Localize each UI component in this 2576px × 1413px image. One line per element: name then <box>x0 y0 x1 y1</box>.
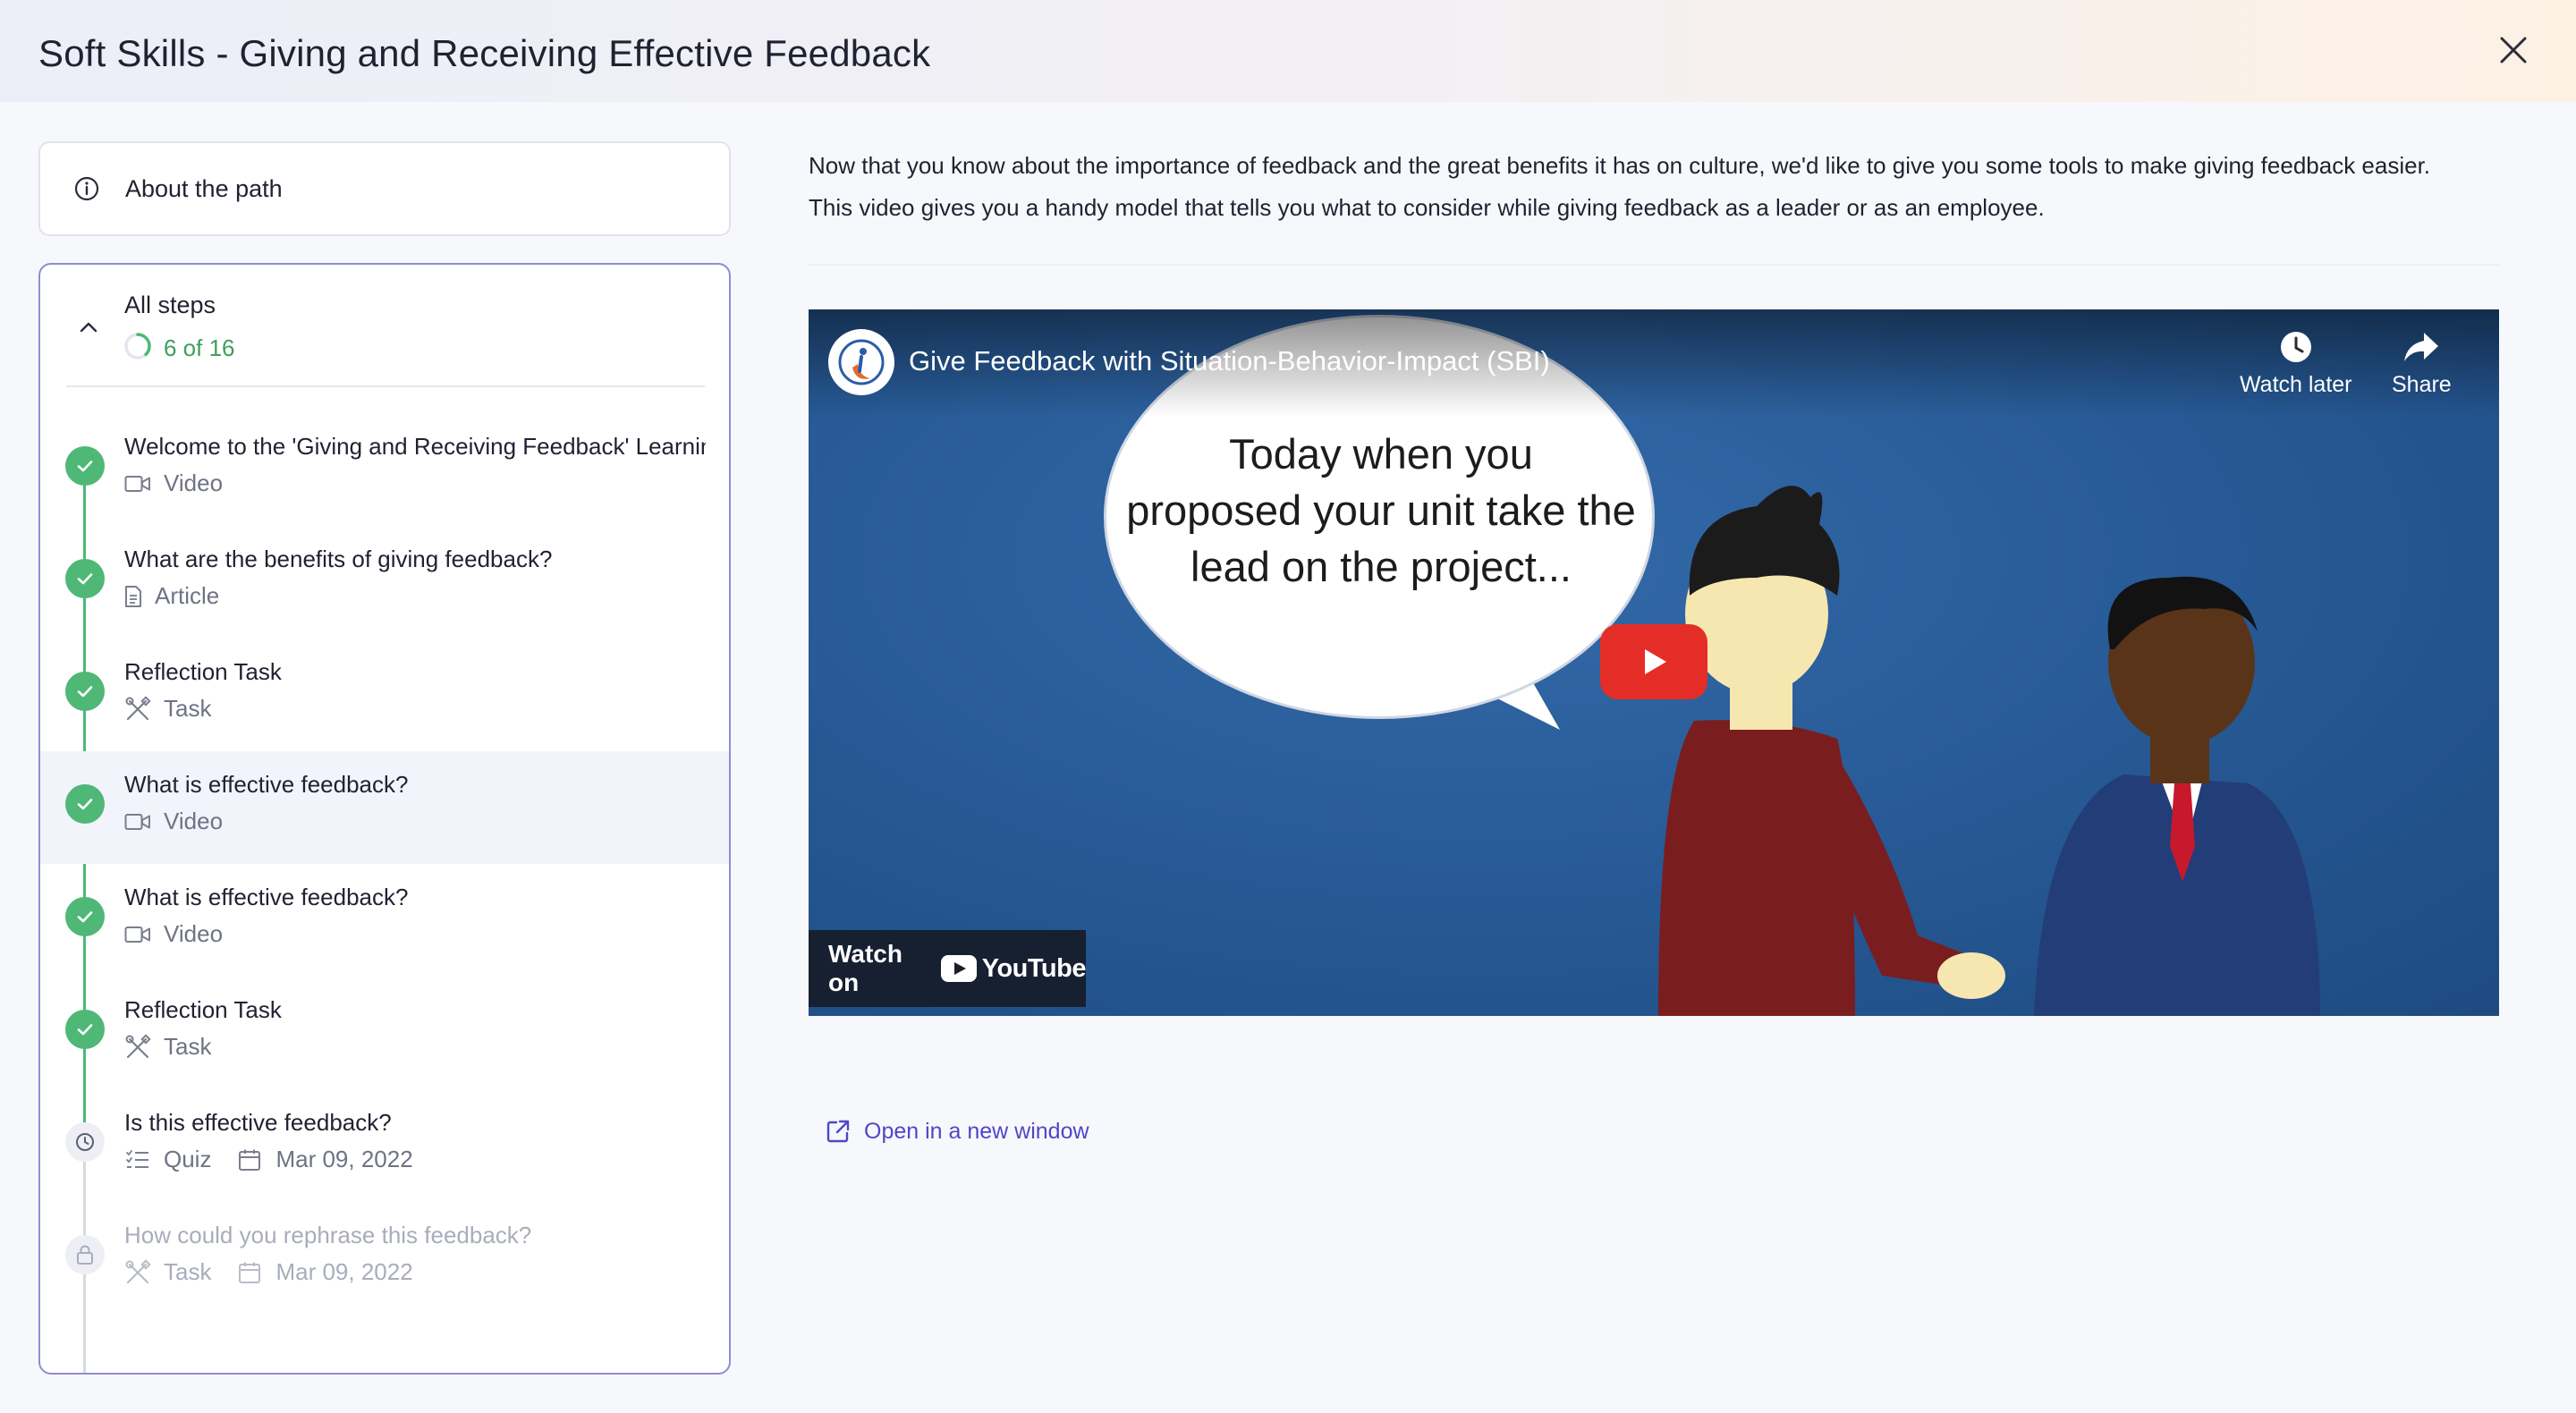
play-button[interactable] <box>1600 624 1707 699</box>
clock-icon <box>2280 332 2311 362</box>
step-title: Is this effective feedback? <box>124 1109 392 1136</box>
completed-check-icon <box>65 784 105 824</box>
watch-on-youtube-button[interactable]: Watch on YouTube <box>809 930 1087 1007</box>
bubble-line: proposed your unit take the <box>1126 487 1636 534</box>
video-title[interactable]: Give Feedback with Situation-Behavior-Im… <box>909 345 1550 377</box>
embedded-video-player[interactable]: Today when you proposed your unit take t… <box>809 309 2499 1016</box>
step-title: What are the benefits of giving feedback… <box>124 546 553 572</box>
info-icon <box>74 176 99 201</box>
step-description: Now that you know about the importance o… <box>809 145 2508 229</box>
share-label: Share <box>2392 372 2452 397</box>
description-line: Now that you know about the importance o… <box>809 152 2431 179</box>
step-type: Video <box>164 470 224 496</box>
step-item-locked: How could you rephrase this feedback? Ta… <box>40 1202 729 1315</box>
channel-logo-icon <box>838 339 885 385</box>
completed-check-icon <box>65 446 105 486</box>
watch-later-label: Watch later <box>2240 372 2352 397</box>
step-title: Welcome to the 'Giving and Receiving Fee… <box>124 433 706 460</box>
open-in-new-window-link[interactable]: Open in a new window <box>825 1118 1089 1145</box>
chevron-up-icon[interactable] <box>74 313 103 342</box>
step-due-date: Mar 09, 2022 <box>275 1258 413 1285</box>
close-icon <box>2500 37 2527 63</box>
quiz-list-icon <box>124 1146 151 1173</box>
video-camera-icon <box>124 808 151 835</box>
calendar-icon <box>236 1146 263 1173</box>
share-arrow-icon <box>2404 333 2439 361</box>
video-camera-icon <box>124 470 151 497</box>
bubble-line: Today when you <box>1229 430 1533 478</box>
calendar-icon <box>236 1259 263 1286</box>
steps-progress-count: 6 of 16 <box>164 334 235 361</box>
divider <box>809 264 2499 266</box>
tools-task-icon <box>124 1033 151 1061</box>
step-type: Article <box>155 582 220 609</box>
divider <box>66 385 705 387</box>
step-type: Task <box>164 1258 212 1285</box>
completed-check-icon <box>65 1010 105 1049</box>
step-item[interactable]: Reflection Task Task <box>40 977 729 1089</box>
share-button[interactable]: Share <box>2392 329 2452 398</box>
step-title: How could you rephrase this feedback? <box>124 1222 532 1248</box>
step-item[interactable]: Welcome to the 'Giving and Receiving Fee… <box>40 413 729 526</box>
step-title: Reflection Task <box>124 658 282 685</box>
step-title: What is effective feedback? <box>124 884 409 910</box>
step-type: Video <box>164 808 224 834</box>
completed-check-icon <box>65 559 105 598</box>
step-item[interactable]: What are the benefits of giving feedback… <box>40 526 729 639</box>
description-line: This video gives you a handy model that … <box>809 194 2045 221</box>
lock-icon <box>65 1235 105 1274</box>
article-document-icon <box>124 583 142 610</box>
about-the-path-label: About the path <box>125 175 283 202</box>
steps-title: All steps <box>124 292 216 318</box>
speech-bubble-text: Today when you proposed your unit take t… <box>1113 426 1649 595</box>
watch-later-button[interactable]: Watch later <box>2240 329 2352 398</box>
watch-on-label: Watch on <box>828 940 902 996</box>
steps-header[interactable]: All steps 6 of 16 <box>40 265 729 388</box>
open-in-new-window-label: Open in a new window <box>864 1118 1089 1144</box>
channel-avatar[interactable] <box>828 329 894 395</box>
step-item[interactable]: Reflection Task Task <box>40 639 729 751</box>
step-type: Quiz <box>164 1146 212 1172</box>
tools-task-icon <box>124 1258 151 1286</box>
about-the-path-button[interactable]: About the path <box>38 141 731 236</box>
step-type: Task <box>164 1033 212 1060</box>
video-camera-icon <box>124 921 151 948</box>
completed-check-icon <box>65 672 105 711</box>
close-button[interactable] <box>2492 29 2535 72</box>
page-title: Soft Skills - Giving and Receiving Effec… <box>38 32 931 74</box>
tools-task-icon <box>124 695 151 723</box>
completed-check-icon <box>65 897 105 936</box>
external-link-icon <box>826 1120 850 1143</box>
bubble-line: lead on the project... <box>1191 543 1572 590</box>
step-title: What is effective feedback? <box>124 771 409 798</box>
step-due-date: Mar 09, 2022 <box>275 1146 413 1172</box>
progress-ring-icon <box>124 333 151 360</box>
youtube-wordmark: YouTube <box>981 953 1087 983</box>
play-icon <box>1645 649 1666 674</box>
modal-header: Soft Skills - Giving and Receiving Effec… <box>0 0 2576 102</box>
youtube-logo-icon: YouTube <box>940 953 1087 984</box>
step-type: Task <box>164 695 212 722</box>
steps-panel: All steps 6 of 16 Welcome to the 'Giving… <box>38 263 731 1375</box>
clock-icon <box>65 1122 105 1162</box>
step-title: Reflection Task <box>124 996 282 1023</box>
step-item[interactable]: What is effective feedback? Video <box>40 864 729 977</box>
step-item-active[interactable]: What is effective feedback? Video <box>40 751 729 864</box>
step-type: Video <box>164 920 224 947</box>
step-item[interactable]: Is this effective feedback? Quiz Mar 09,… <box>40 1089 729 1202</box>
